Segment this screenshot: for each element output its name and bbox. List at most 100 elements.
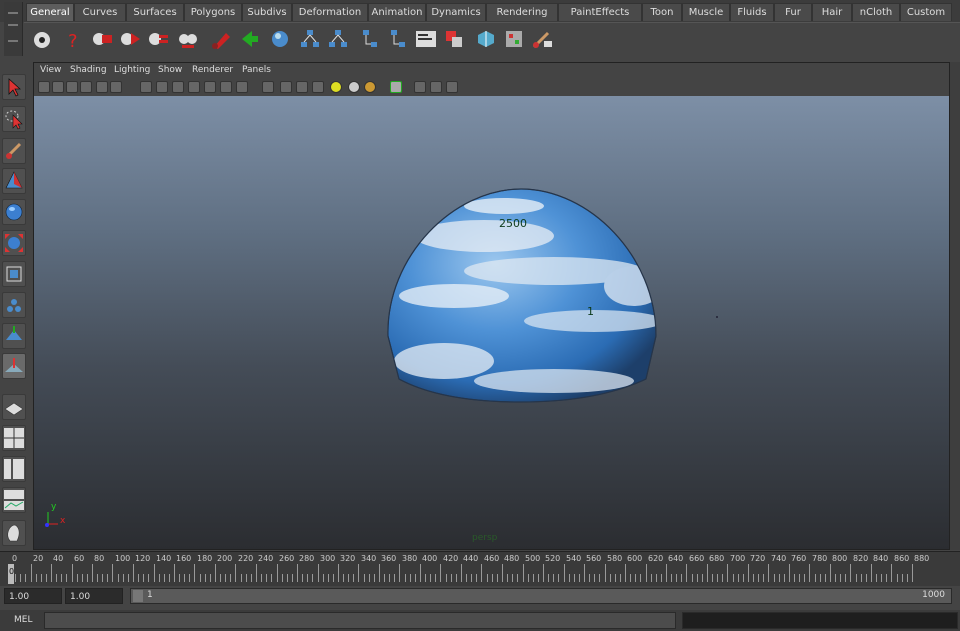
universal-manipulator-icon[interactable] xyxy=(2,261,26,287)
single-perspective-layout-icon[interactable] xyxy=(2,394,26,420)
sphere-light-icon[interactable] xyxy=(268,27,292,51)
resolution-gate-icon[interactable] xyxy=(172,81,184,93)
tab-fluids[interactable]: Fluids xyxy=(730,3,774,21)
hierarchy-mode-icon[interactable] xyxy=(446,81,458,93)
script-editor-icon[interactable] xyxy=(530,27,554,51)
rotate-tool-icon[interactable] xyxy=(2,199,26,225)
persp-outliner-layout-icon[interactable] xyxy=(2,456,26,482)
tab-hair[interactable]: Hair xyxy=(812,3,852,21)
mel-label[interactable]: MEL xyxy=(14,615,32,625)
camera-attr-icon[interactable] xyxy=(52,81,64,93)
time-tick xyxy=(36,574,37,582)
select-tool-icon[interactable] xyxy=(2,74,26,100)
wireframe-on-shaded-icon[interactable] xyxy=(296,81,308,93)
xray-icon[interactable] xyxy=(414,81,426,93)
hierarchy-4-icon[interactable] xyxy=(386,27,410,51)
persp-graph-layout-icon[interactable] xyxy=(2,487,26,513)
time-tick-label: 0 xyxy=(12,554,18,563)
hierarchy-3-icon[interactable] xyxy=(358,27,382,51)
menu-renderer[interactable]: Renderer xyxy=(192,65,233,75)
tab-custom[interactable]: Custom xyxy=(900,3,952,21)
all-lights-icon[interactable] xyxy=(348,81,360,93)
tab-dynamics[interactable]: Dynamics xyxy=(426,3,486,21)
menu-lighting[interactable]: Lighting xyxy=(114,65,150,75)
time-tick xyxy=(799,574,800,582)
tab-rendering[interactable]: Rendering xyxy=(486,3,558,21)
tab-animation[interactable]: Animation xyxy=(368,3,426,21)
time-tick xyxy=(323,574,324,582)
safe-title-icon[interactable] xyxy=(236,81,248,93)
film-gate-icon[interactable] xyxy=(156,81,168,93)
texture-cube-icon[interactable] xyxy=(474,27,498,51)
field-chart-icon[interactable] xyxy=(204,81,216,93)
image-plane-icon[interactable] xyxy=(80,81,92,93)
safe-action-icon[interactable] xyxy=(220,81,232,93)
tab-toon[interactable]: Toon xyxy=(642,3,682,21)
tab-muscle[interactable]: Muscle xyxy=(682,3,730,21)
lasso-tool-icon[interactable] xyxy=(2,106,26,132)
smooth-shade-icon[interactable] xyxy=(280,81,292,93)
textured-icon[interactable] xyxy=(312,81,324,93)
shelf-grip[interactable] xyxy=(4,2,23,56)
hypershade-icon[interactable] xyxy=(146,27,170,51)
time-slider[interactable]: 0 20 40 60 80 100 120 140 160 180 200 220 240 260 280 3… xyxy=(0,551,960,586)
last-tool-used-icon[interactable] xyxy=(2,353,26,379)
hierarchy-2-icon[interactable] xyxy=(326,27,350,51)
dope-sheet-icon[interactable] xyxy=(502,27,526,51)
default-light-icon[interactable] xyxy=(330,81,342,93)
bookmark-icon[interactable] xyxy=(66,81,78,93)
menu-panels[interactable]: Panels xyxy=(242,65,271,75)
menu-view[interactable]: View xyxy=(40,65,61,75)
hypershade-layout-icon[interactable] xyxy=(2,520,26,546)
start-time-field[interactable]: 1.00 xyxy=(4,588,62,604)
time-tick-label: 200 xyxy=(217,554,233,563)
render-globals-icon[interactable] xyxy=(176,27,200,51)
range-bar[interactable]: 1 1000 xyxy=(130,588,952,604)
graph-editor-icon[interactable] xyxy=(442,27,466,51)
perspective-viewport[interactable]: 2500 1 y x persp xyxy=(34,96,949,549)
wireframe-icon[interactable] xyxy=(262,81,274,93)
tab-fur[interactable]: Fur xyxy=(774,3,812,21)
xray-joints-icon[interactable] xyxy=(430,81,442,93)
render-view-icon[interactable] xyxy=(30,27,54,51)
range-end-label: 1000 xyxy=(922,590,945,600)
menu-shading[interactable]: Shading xyxy=(70,65,107,75)
four-view-layout-icon[interactable] xyxy=(2,425,26,451)
help-icon[interactable]: ? xyxy=(62,27,86,52)
scale-tool-icon[interactable] xyxy=(2,230,26,256)
tab-polygons[interactable]: Polygons xyxy=(184,3,242,21)
grid-icon[interactable] xyxy=(140,81,152,93)
render-icon[interactable] xyxy=(90,27,114,51)
tab-painteffects[interactable]: PaintEffects xyxy=(558,3,642,21)
tab-general[interactable]: General xyxy=(26,3,74,21)
soft-modification-icon[interactable] xyxy=(2,292,26,318)
time-tick xyxy=(722,574,723,582)
tab-curves[interactable]: Curves xyxy=(74,3,126,21)
tab-ncloth[interactable]: nCloth xyxy=(852,3,900,21)
svg-text:?: ? xyxy=(68,31,78,51)
tab-deformation[interactable]: Deformation xyxy=(292,3,368,21)
grease-pencil-icon[interactable] xyxy=(110,81,122,93)
move-tool-icon[interactable] xyxy=(2,168,26,194)
hierarchy-icon[interactable] xyxy=(298,27,322,51)
shadows-icon[interactable] xyxy=(364,81,376,93)
tab-surfaces[interactable]: Surfaces xyxy=(126,3,184,21)
panel-menu-bar: View Shading Lighting Show Renderer Panels xyxy=(34,63,949,79)
ipr-render-icon[interactable] xyxy=(118,27,142,51)
select-camera-icon[interactable] xyxy=(38,81,50,93)
paint-brush-icon[interactable] xyxy=(210,27,234,51)
outliner-icon[interactable] xyxy=(414,27,438,51)
green-arrow-icon[interactable] xyxy=(238,27,262,51)
tab-subdivs[interactable]: Subdivs xyxy=(242,3,292,21)
command-input[interactable] xyxy=(44,612,676,629)
paint-select-tool-icon[interactable] xyxy=(2,138,26,164)
show-manipulator-icon[interactable] xyxy=(2,323,26,349)
2d-pan-icon[interactable] xyxy=(96,81,108,93)
gate-mask-icon[interactable] xyxy=(188,81,200,93)
time-tick xyxy=(282,574,283,582)
menu-show[interactable]: Show xyxy=(158,65,182,75)
range-start-handle[interactable] xyxy=(133,590,143,602)
time-tick xyxy=(31,564,32,582)
playback-start-field[interactable]: 1.00 xyxy=(65,588,123,604)
isolate-select-icon[interactable] xyxy=(390,81,402,93)
